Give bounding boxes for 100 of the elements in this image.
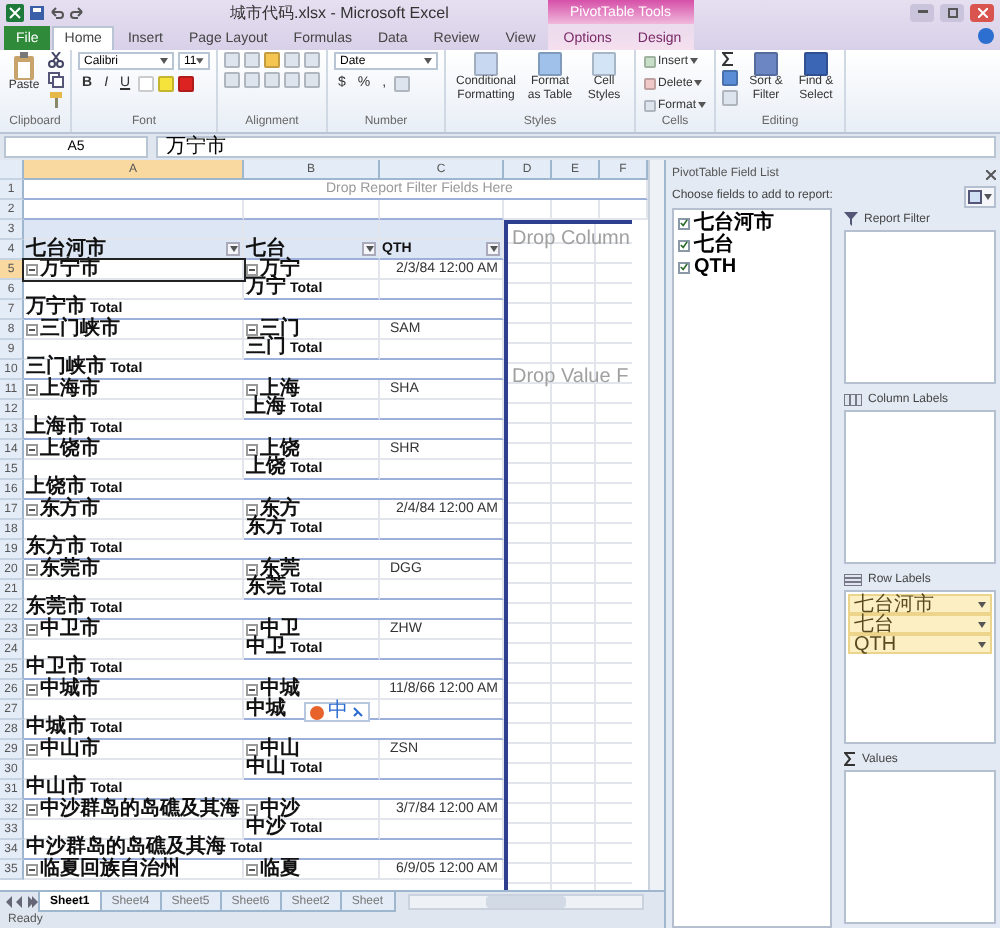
- vertical-scrollbar[interactable]: [648, 160, 664, 890]
- table-style-icon: [538, 52, 562, 76]
- table-cell: 上饶市: [40, 439, 100, 459]
- collapse-icon[interactable]: [246, 443, 258, 455]
- caret-icon: [978, 621, 986, 627]
- collapse-icon[interactable]: [246, 323, 258, 335]
- copy-icon[interactable]: [48, 72, 64, 88]
- drop-zone-hint: Drop Column: [512, 228, 630, 250]
- fill-color-icon[interactable]: [158, 75, 175, 91]
- collapse-icon[interactable]: [26, 503, 38, 515]
- punctuation-icon: [352, 706, 364, 718]
- column-header: 七台河市: [26, 239, 106, 259]
- close-icon[interactable]: [986, 169, 996, 179]
- collapse-icon[interactable]: [26, 683, 38, 695]
- table-cell: 万宁: [260, 259, 300, 279]
- collapse-icon[interactable]: [246, 563, 258, 575]
- table-cell: 临夏回族自治州: [40, 859, 180, 879]
- table-cell: 上海: [260, 379, 300, 399]
- collapse-icon[interactable]: [246, 503, 258, 515]
- collapse-icon[interactable]: [26, 383, 38, 395]
- table-cell: 东莞: [260, 559, 300, 579]
- caret-icon: [365, 246, 373, 252]
- close-icon: [977, 7, 987, 17]
- table-style-icon: [592, 52, 616, 76]
- collapse-icon[interactable]: [246, 623, 258, 635]
- area-field-chip[interactable]: 七台: [848, 614, 992, 634]
- collapse-icon[interactable]: [246, 743, 258, 755]
- table-cell: 中城: [260, 679, 300, 699]
- field-name[interactable]: 七台: [694, 234, 734, 256]
- collapse-icon[interactable]: [26, 743, 38, 755]
- dropdown-button[interactable]: [486, 242, 500, 256]
- caret-icon: [160, 58, 168, 64]
- caret-icon: [690, 58, 699, 64]
- caret-icon: [984, 193, 992, 199]
- fill-icon[interactable]: [722, 70, 739, 86]
- format-painter-icon[interactable]: [48, 92, 64, 108]
- table-cell: 东方市: [40, 499, 100, 519]
- field-name[interactable]: QTH: [694, 256, 737, 278]
- close-button[interactable]: [970, 3, 994, 21]
- collapse-icon[interactable]: [246, 383, 258, 395]
- sigma-icon: [844, 752, 856, 766]
- caret-icon: [978, 641, 986, 647]
- cut-icon[interactable]: [48, 52, 64, 68]
- sum-icon[interactable]: [722, 52, 735, 66]
- collapse-icon[interactable]: [26, 863, 38, 875]
- ime-mode-label: 中: [328, 702, 348, 722]
- collapse-icon[interactable]: [246, 263, 258, 275]
- table-cell: 三门: [260, 319, 300, 339]
- checkbox[interactable]: [678, 239, 690, 251]
- undo-icon[interactable]: [50, 5, 64, 19]
- table-cell: 上饶: [260, 439, 300, 459]
- table-cell: 中沙群岛的岛礁及其海: [40, 799, 240, 819]
- help-icon[interactable]: [978, 28, 994, 44]
- excel-icon: [6, 3, 24, 21]
- checkbox[interactable]: [678, 261, 690, 273]
- layout-button[interactable]: [964, 185, 996, 207]
- caret-icon: [196, 58, 204, 64]
- area-field-chip[interactable]: QTH: [848, 634, 992, 654]
- collapse-icon[interactable]: [26, 443, 38, 455]
- columns-icon: [844, 393, 862, 405]
- field-name[interactable]: 七台河市: [694, 212, 774, 234]
- table-cell: 东莞市: [40, 559, 100, 579]
- table-cell: 上海市: [40, 379, 100, 399]
- horizontal-scrollbar[interactable]: [407, 894, 644, 910]
- table-cell: 中城: [246, 699, 286, 719]
- maximize-button[interactable]: [940, 3, 964, 21]
- ime-toolbar[interactable]: 中: [304, 702, 370, 722]
- collapse-icon[interactable]: [26, 623, 38, 635]
- collapse-icon[interactable]: [26, 803, 38, 815]
- table-cell: 中卫: [260, 619, 300, 639]
- caret-icon: [489, 246, 497, 252]
- rows-icon: [844, 573, 862, 585]
- table-cell: 中卫市: [40, 619, 100, 639]
- caret-icon: [698, 102, 707, 108]
- collapse-icon[interactable]: [26, 563, 38, 575]
- table-cell: 临夏: [260, 859, 300, 879]
- collapse-icon[interactable]: [246, 803, 258, 815]
- collapse-icon[interactable]: [246, 863, 258, 875]
- save-icon[interactable]: [30, 5, 44, 19]
- font-color-icon[interactable]: [178, 75, 195, 91]
- minimize-button[interactable]: [910, 3, 934, 21]
- table-cell: 中沙: [260, 799, 300, 819]
- maximize-icon: [947, 7, 957, 17]
- redo-icon[interactable]: [70, 5, 84, 19]
- clipboard-icon: [12, 52, 36, 80]
- formula-field[interactable]: 万宁市: [156, 136, 996, 158]
- area-field-chip[interactable]: 七台河市: [848, 594, 992, 614]
- window-title: 城市代码.xlsx - Microsoft Excel: [230, 1, 449, 23]
- collapse-icon[interactable]: [246, 683, 258, 695]
- table-cell: 中山: [260, 739, 300, 759]
- column-header: 七台: [246, 239, 286, 259]
- layout-icon: [968, 189, 982, 203]
- collapse-icon[interactable]: [26, 323, 38, 335]
- dropdown-button[interactable]: [362, 242, 376, 256]
- sheet-nav-icon[interactable]: [4, 896, 40, 908]
- ime-logo-icon: [310, 705, 324, 719]
- collapse-icon[interactable]: [26, 263, 38, 275]
- drop-zone-hint: Drop Value F: [512, 366, 629, 388]
- checkbox[interactable]: [678, 217, 690, 229]
- dropdown-button[interactable]: [226, 242, 240, 256]
